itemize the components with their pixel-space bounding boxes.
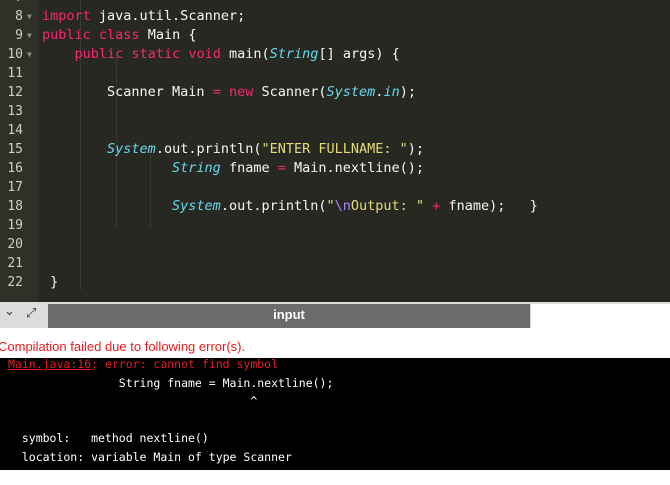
code-token: java.util.Scanner;	[90, 8, 246, 24]
expand-icon[interactable]: ⤢	[26, 306, 36, 321]
code-token: System	[326, 84, 376, 100]
line-number: 10	[7, 47, 23, 62]
line-number: 13	[7, 104, 23, 119]
stdin-input[interactable]	[531, 304, 670, 328]
code-token: [] args) {	[318, 46, 400, 62]
code-line[interactable]: }	[42, 273, 58, 292]
code-line[interactable]: public static void main(String[] args) {	[42, 45, 400, 64]
code-token: "	[326, 198, 335, 214]
tab-input[interactable]: input	[48, 304, 530, 328]
compile-status-text: Compilation failed due to following erro…	[0, 339, 246, 354]
code-token: Scanner(	[253, 84, 327, 100]
error-message: : error: cannot find symbol	[91, 357, 279, 371]
code-line[interactable]: System.out.println("ENTER FULLNAME: ");	[42, 140, 424, 159]
panel-controls: ⌄ ⤢	[0, 302, 48, 328]
code-token: import	[42, 8, 91, 24]
code-token: in	[383, 84, 400, 100]
code-token: String	[172, 160, 221, 176]
output-line: ^	[8, 394, 258, 409]
line-number: 12	[7, 85, 23, 100]
compile-status: Compilation failed due to following erro…	[0, 328, 670, 358]
code-token: void	[188, 46, 221, 62]
code-token: );	[407, 141, 425, 157]
code-token: \n	[334, 198, 351, 214]
line-number: 15	[7, 142, 23, 157]
code-line[interactable]: System.out.println("\nOutput: " + fname)…	[42, 197, 538, 216]
code-token: fname	[220, 160, 278, 176]
error-line: Main.java:16: error: cannot find symbol	[8, 355, 278, 373]
code-token: static	[131, 46, 181, 62]
code-token: Output: "	[350, 198, 425, 214]
line-number: 14	[7, 123, 23, 138]
output-line: 1 error	[8, 468, 57, 483]
code-token: System	[172, 198, 221, 214]
code-token: main(	[220, 46, 270, 62]
code-token: fname); }	[440, 198, 538, 214]
code-editor[interactable]: 7 8 ▼ 9 ▼ 10 ▼ 11 12 13 14 15 16 17 18 19 20 21 22 *******…	[0, 0, 670, 302]
code-token: Scanner Main	[42, 84, 213, 100]
code-token: .out.println(	[220, 198, 327, 214]
line-number: 7	[0, 0, 23, 7]
code-token: System	[107, 141, 156, 157]
code-area[interactable]: ****************************************…	[38, 0, 670, 302]
code-token: =	[277, 160, 286, 176]
error-location-link[interactable]: Main.java:16	[8, 357, 91, 371]
code-token: Main {	[139, 27, 197, 43]
code-line[interactable]: ****************************************…	[42, 0, 670, 7]
code-token: ****************************************…	[42, 0, 670, 5]
fold-toggle-icon[interactable]: ▼	[27, 7, 32, 26]
code-token: Main.nextline();	[285, 160, 425, 176]
code-token: .out.println(	[155, 141, 262, 157]
code-token: );	[399, 84, 416, 100]
code-line[interactable]: import java.util.Scanner;	[42, 7, 245, 26]
output-line: symbol: method nextline()	[8, 431, 209, 446]
fold-toggle-icon[interactable]: ▼	[27, 45, 32, 64]
collapse-icon[interactable]: ⌄	[4, 304, 15, 319]
code-token: =	[212, 84, 221, 100]
code-line[interactable]: Scanner Main = new Scanner(System.in);	[42, 83, 416, 102]
code-token: public	[74, 46, 124, 62]
line-number: 18	[7, 199, 23, 214]
line-number: 9	[15, 28, 23, 43]
line-number: 11	[7, 66, 23, 81]
io-panel-bar: ⌄ ⤢ input	[0, 302, 670, 328]
line-number-gutter: 7 8 ▼ 9 ▼ 10 ▼ 11 12 13 14 15 16 17 18 19 20 21 22	[0, 0, 38, 302]
code-token: }	[42, 274, 59, 290]
output-line: location: variable Main of type Scanner	[8, 450, 292, 464]
line-number: 22	[7, 275, 23, 290]
code-line[interactable]: String fname = Main.nextline();	[42, 159, 424, 178]
output-console: Compilation failed due to following erro…	[0, 328, 670, 483]
fold-toggle-icon[interactable]: ▼	[27, 26, 32, 45]
line-number: 16	[7, 161, 23, 176]
line-number: 17	[7, 180, 23, 195]
code-token: String	[269, 46, 319, 62]
code-token: class	[98, 27, 140, 43]
line-number: 19	[7, 218, 23, 233]
code-token: public	[42, 27, 91, 43]
code-token: "ENTER FULLNAME: "	[261, 141, 408, 157]
output-line: String fname = Main.nextline();	[8, 375, 334, 390]
line-number: 8	[15, 9, 23, 24]
line-number: 20	[7, 237, 23, 252]
code-line[interactable]: public class Main {	[42, 26, 196, 45]
code-token: new	[228, 84, 254, 100]
line-number: 21	[7, 256, 23, 271]
